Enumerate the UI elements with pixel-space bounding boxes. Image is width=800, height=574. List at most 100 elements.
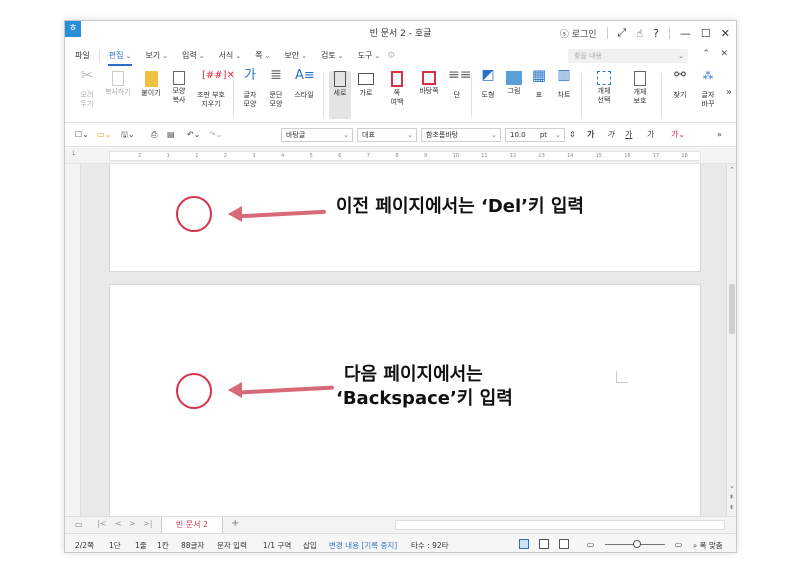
tab-document[interactable]: 빈 문서 2 <box>161 517 223 534</box>
ribbon-collapse-icon[interactable]: ⌃ <box>702 49 710 59</box>
chevron-down-icon: ⌄ <box>125 52 132 60</box>
title-bar: ㅎ 빈 문서 2 - 호글 ⓢ 로그인 ⤢ ☝ ? — ☐ ✕ <box>65 21 736 45</box>
status-insert[interactable]: 삽입 <box>303 540 317 551</box>
last-tab-icon[interactable]: >| <box>143 519 152 528</box>
page-previous[interactable]: 이전 페이지에서는 ‘Del’키 입력 <box>109 164 701 272</box>
char-shape-button[interactable]: 가 글자 모양 <box>239 69 261 109</box>
status-page[interactable]: 2/2쪽 <box>75 540 94 551</box>
font-color-icon[interactable]: 가⌄ <box>671 128 685 142</box>
strike-button[interactable]: 가 <box>647 128 654 142</box>
menu-insert[interactable]: 입력 ⌄ <box>175 45 212 67</box>
underline-button[interactable]: 가 <box>625 128 632 142</box>
touch-icon[interactable]: ☝ <box>636 27 643 40</box>
table-button[interactable]: ▦ 표 <box>529 68 549 100</box>
shape-button[interactable]: ◩ 도형 <box>477 68 499 100</box>
horizontal-scrollbar[interactable] <box>395 520 725 530</box>
search-input[interactable]: 찾을 내용 ⌄ <box>568 49 688 63</box>
tab-type-icon[interactable]: └ <box>71 151 75 159</box>
scroll-up-icon[interactable]: ⌃ <box>729 166 735 174</box>
maximize-button[interactable]: ☐ <box>701 27 711 40</box>
margin-button[interactable]: 쪽 여백 <box>383 71 411 107</box>
style-button[interactable]: A≡ 스타일 <box>291 69 317 100</box>
clear-codes-button[interactable]: [##]✕ 조판 부호 지우기 <box>193 71 235 109</box>
protect-object-icon <box>634 71 646 86</box>
menu-page[interactable]: 쪽 ⌄ <box>248 45 277 67</box>
page-next[interactable]: 다음 페이지에서는 ‘Backspace’키 입력 <box>109 284 701 516</box>
preview-icon[interactable]: ▤ <box>167 128 175 142</box>
select-object-button[interactable]: 개체 선택 <box>589 71 619 105</box>
extension-icon[interactable]: ⚙ <box>387 51 395 61</box>
next-page-icon[interactable]: ⇟ <box>729 504 734 511</box>
menu-format[interactable]: 서식 ⌄ <box>212 45 249 67</box>
ruler-tick-label: 4 <box>281 153 285 159</box>
para-shape-button[interactable]: ≣ 문단 모양 <box>265 68 287 109</box>
menu-review[interactable]: 검토 ⌄ <box>314 45 351 67</box>
paste-button[interactable]: 붙이기 <box>139 71 163 98</box>
language-select[interactable]: 대표 ⌄ <box>357 128 417 142</box>
scroll-down-icon[interactable]: ⌄ <box>729 482 735 490</box>
next-tab-icon[interactable]: > <box>129 519 136 528</box>
ruler-strip[interactable]: 2 1 1 2 3 4 5 6 7 8 9 10 11 12 13 14 15 16 17 18 <box>109 151 701 161</box>
find-button[interactable]: ⚯ 찾기 <box>669 68 691 100</box>
size-stepper[interactable]: ⇕ <box>569 128 576 142</box>
menu-tools[interactable]: 도구 ⌄ <box>351 45 388 67</box>
status-track-changes[interactable]: 변경 내용 [기록 중지] <box>329 540 397 551</box>
add-tab-button[interactable]: + <box>231 518 239 529</box>
columns-icon: ≡≡ <box>448 67 472 83</box>
view-page-button[interactable] <box>539 539 549 549</box>
chart-button[interactable]: ▥ 차트 <box>553 68 575 100</box>
document-area[interactable]: 이전 페이지에서는 ‘Del’키 입력 다음 페이지에서는 ‘Backspace… <box>65 164 726 516</box>
chevron-down-icon: ⌄ <box>198 52 205 60</box>
view-normal-button[interactable] <box>519 539 529 549</box>
minimize-button[interactable]: — <box>680 27 691 40</box>
protect-object-button[interactable]: 개체 보호 <box>625 71 655 106</box>
master-page-button[interactable]: 바탕쪽 <box>415 71 443 96</box>
italic-button[interactable]: 가 <box>607 128 614 142</box>
replace-button[interactable]: ⁂ 글자 바꾸 <box>697 70 719 109</box>
menu-file[interactable]: 파일 <box>65 45 97 67</box>
copy-button[interactable]: 복사하기 <box>101 71 135 97</box>
vertical-scrollbar[interactable]: ⌃ ⌄ ⇞ ⇟ <box>726 164 736 516</box>
style-select[interactable]: 바탕글 ⌄ <box>281 128 353 142</box>
columns-button[interactable]: ≡≡ 단 <box>447 67 472 100</box>
tab-list-icon[interactable]: ▭ <box>75 520 83 529</box>
print-icon[interactable]: ⎙ <box>151 128 157 142</box>
menu-security[interactable]: 보안 ⌄ <box>277 45 314 67</box>
open-folder-icon[interactable]: ▭⌄ <box>97 128 111 142</box>
vertical-ruler <box>65 164 81 516</box>
format-painter-icon <box>173 71 185 85</box>
bold-button[interactable]: 가 <box>587 128 594 142</box>
menu-edit[interactable]: 편집 ⌄ <box>102 45 139 67</box>
zoom-slider-thumb[interactable] <box>633 540 641 548</box>
zoom-icon[interactable]: ⌕ 폭 맞춤 <box>693 540 723 551</box>
format-painter-button[interactable]: 모양 복사 <box>167 71 191 105</box>
prev-page-icon[interactable]: ⇞ <box>729 494 734 501</box>
first-tab-icon[interactable]: |< <box>97 519 106 528</box>
undo-icon[interactable]: ↶⌄ <box>187 128 200 142</box>
picture-button[interactable]: 그림 <box>503 71 525 96</box>
font-size-select[interactable]: 10.0 pt ⌄ <box>505 128 565 142</box>
close-button[interactable]: ✕ <box>721 27 730 40</box>
cut-button[interactable]: ✂ 오려 두기 <box>75 68 99 109</box>
prev-tab-icon[interactable]: < <box>115 519 122 528</box>
font-select[interactable]: 함초롬바탕 ⌄ <box>421 128 501 142</box>
zoom-out-icon[interactable]: ▭ <box>587 540 594 549</box>
new-doc-icon[interactable]: ☐⌄ <box>75 128 89 142</box>
status-col: 1칸 <box>157 541 169 550</box>
redo-icon[interactable]: ↷⌄ <box>209 128 222 142</box>
scroll-thumb[interactable] <box>729 284 735 334</box>
zoom-in-icon[interactable]: ▭ <box>675 540 682 549</box>
chevron-down-icon[interactable]: ⌄ <box>678 49 684 63</box>
ribbon-more-icon[interactable]: » <box>726 87 732 98</box>
view-wide-button[interactable] <box>559 539 569 549</box>
toolbar-more-icon[interactable]: » <box>717 128 722 142</box>
menu-view[interactable]: 보기 ⌄ <box>138 45 175 67</box>
help-button[interactable]: ? <box>653 27 659 40</box>
expand-icon[interactable]: ⤢ <box>618 26 627 40</box>
chevron-down-icon: ⌄ <box>555 131 561 139</box>
landscape-button[interactable]: 가로 <box>355 71 377 98</box>
save-icon[interactable]: 🖫⌄ <box>121 128 135 142</box>
close-doc-icon[interactable]: ✕ <box>720 49 728 59</box>
portrait-button[interactable]: 세로 <box>329 71 351 119</box>
login-button[interactable]: ⓢ 로그인 <box>560 27 597 40</box>
